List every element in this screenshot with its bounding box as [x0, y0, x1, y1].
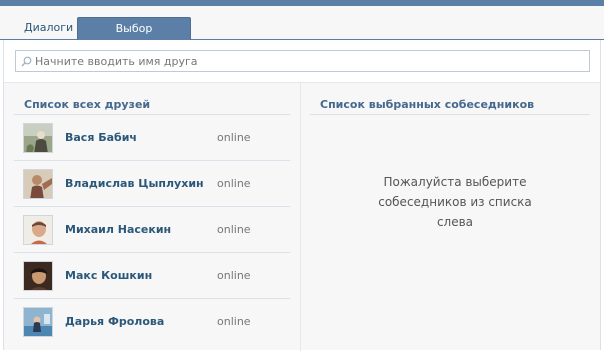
- friend-name[interactable]: Дарья Фролова: [65, 315, 164, 328]
- friends-list-title: Список всех друзей: [24, 98, 151, 111]
- avatar: [23, 123, 53, 153]
- selected-list-title: Список выбранных собеседников: [320, 98, 535, 111]
- avatar: [23, 169, 53, 199]
- friend-name[interactable]: Михаил Насекин: [65, 223, 171, 236]
- friend-row[interactable]: Макс Кошкин online: [14, 253, 290, 299]
- friend-row[interactable]: Вася Бабич online: [14, 115, 290, 161]
- avatar: [23, 307, 53, 337]
- selected-header-divider: [310, 114, 590, 115]
- avatar: [23, 261, 53, 291]
- friend-status: online: [217, 131, 251, 144]
- friend-name[interactable]: Владислав Цыплухин: [65, 177, 204, 190]
- search-input[interactable]: [35, 51, 585, 71]
- tab-dialogs[interactable]: Диалоги: [15, 17, 82, 40]
- friend-row[interactable]: Дарья Фролова online: [14, 299, 290, 345]
- friend-status: online: [217, 269, 251, 282]
- empty-selection-message: Пожалуйста выберите собеседников из спис…: [378, 175, 532, 229]
- friend-status: online: [217, 315, 251, 328]
- friend-name[interactable]: Макс Кошкин: [65, 269, 152, 282]
- search-box[interactable]: [15, 50, 590, 72]
- lists-panel: Список всех друзей Список выбранных собе…: [4, 82, 600, 351]
- avatar: [23, 215, 53, 245]
- friend-status: online: [217, 223, 251, 236]
- search-area: [4, 40, 600, 82]
- tab-bar: Диалоги Выбор собеседника: [0, 6, 604, 57]
- friend-name[interactable]: Вася Бабич: [65, 131, 137, 144]
- friend-row[interactable]: Владислав Цыплухин online: [14, 161, 290, 207]
- search-icon: [21, 56, 32, 67]
- column-divider: [300, 83, 301, 351]
- tab-choose-interlocutor[interactable]: Выбор собеседника: [77, 17, 191, 57]
- right-border: [600, 40, 601, 350]
- friend-status: online: [217, 177, 251, 190]
- friend-row[interactable]: Михаил Насекин online: [14, 207, 290, 253]
